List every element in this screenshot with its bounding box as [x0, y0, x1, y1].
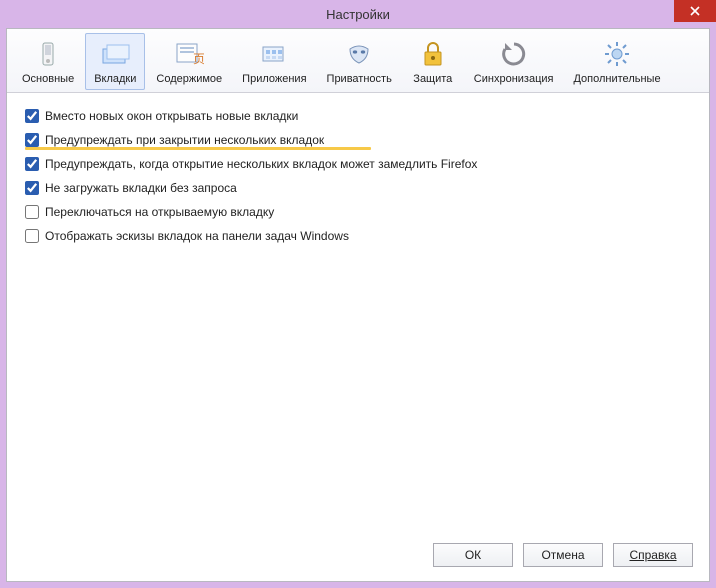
lock-icon [417, 38, 449, 70]
highlight-marker [25, 147, 371, 150]
help-button[interactable]: Справка [613, 543, 693, 567]
close-button[interactable] [674, 0, 716, 22]
dialog-footer: ОК Отмена Справка [7, 533, 709, 581]
option-label: Предупреждать при закрытии нескольких вк… [45, 133, 324, 147]
gear-icon [601, 38, 633, 70]
tabs-icon [99, 38, 131, 70]
option-row[interactable]: Не загружать вкладки без запроса [25, 181, 691, 195]
cancel-button[interactable]: Отмена [523, 543, 603, 567]
option-row[interactable]: Предупреждать при закрытии нескольких вк… [25, 133, 691, 147]
option-checkbox[interactable] [25, 229, 39, 243]
option-checkbox[interactable] [25, 109, 39, 123]
window-title: Настройки [326, 7, 390, 22]
option-checkbox[interactable] [25, 181, 39, 195]
option-row[interactable]: Отображать эскизы вкладок на панели зада… [25, 229, 691, 243]
titlebar: Настройки [0, 0, 716, 28]
tabs-options-panel: Вместо новых окон открывать новые вкладк… [7, 93, 709, 533]
close-icon [690, 6, 700, 16]
category-label: Защита [413, 73, 452, 85]
category-sync[interactable]: Синхронизация [465, 33, 563, 90]
option-checkbox[interactable] [25, 157, 39, 171]
settings-window: Настройки Основные Вкладки 页 Содержимое Прил… [0, 0, 716, 588]
option-label: Предупреждать, когда открытие нескольких… [45, 157, 477, 171]
category-advanced[interactable]: Дополнительные [564, 33, 669, 90]
category-label: Вкладки [94, 73, 136, 85]
window-body: Основные Вкладки 页 Содержимое Приложения Прив… [6, 28, 710, 582]
category-toolbar: Основные Вкладки 页 Содержимое Приложения Прив… [7, 29, 709, 93]
category-label: Приватность [327, 73, 392, 85]
option-row[interactable]: Переключаться на открываемую вкладку [25, 205, 691, 219]
category-content[interactable]: 页 Содержимое [147, 33, 231, 90]
category-label: Основные [22, 73, 74, 85]
category-label: Дополнительные [573, 73, 660, 85]
option-label: Переключаться на открываемую вкладку [45, 205, 274, 219]
option-row[interactable]: Вместо новых окон открывать новые вкладк… [25, 109, 691, 123]
mask-icon [343, 38, 375, 70]
category-general[interactable]: Основные [13, 33, 83, 90]
sync-icon [498, 38, 530, 70]
category-label: Содержимое [156, 73, 222, 85]
category-tabs[interactable]: Вкладки [85, 33, 145, 90]
apps-icon [258, 38, 290, 70]
category-label: Синхронизация [474, 73, 554, 85]
option-label: Отображать эскизы вкладок на панели зада… [45, 229, 349, 243]
option-label: Вместо новых окон открывать новые вкладк… [45, 109, 298, 123]
option-row[interactable]: Предупреждать, когда открытие нескольких… [25, 157, 691, 171]
category-label: Приложения [242, 73, 306, 85]
category-privacy[interactable]: Приватность [318, 33, 401, 90]
option-checkbox[interactable] [25, 133, 39, 147]
option-label: Не загружать вкладки без запроса [45, 181, 237, 195]
switch-icon [32, 38, 64, 70]
category-security[interactable]: Защита [403, 33, 463, 90]
category-apps[interactable]: Приложения [233, 33, 315, 90]
svg-text:页: 页 [193, 52, 204, 66]
option-checkbox[interactable] [25, 205, 39, 219]
content-icon: 页 [173, 38, 205, 70]
ok-button[interactable]: ОК [433, 543, 513, 567]
